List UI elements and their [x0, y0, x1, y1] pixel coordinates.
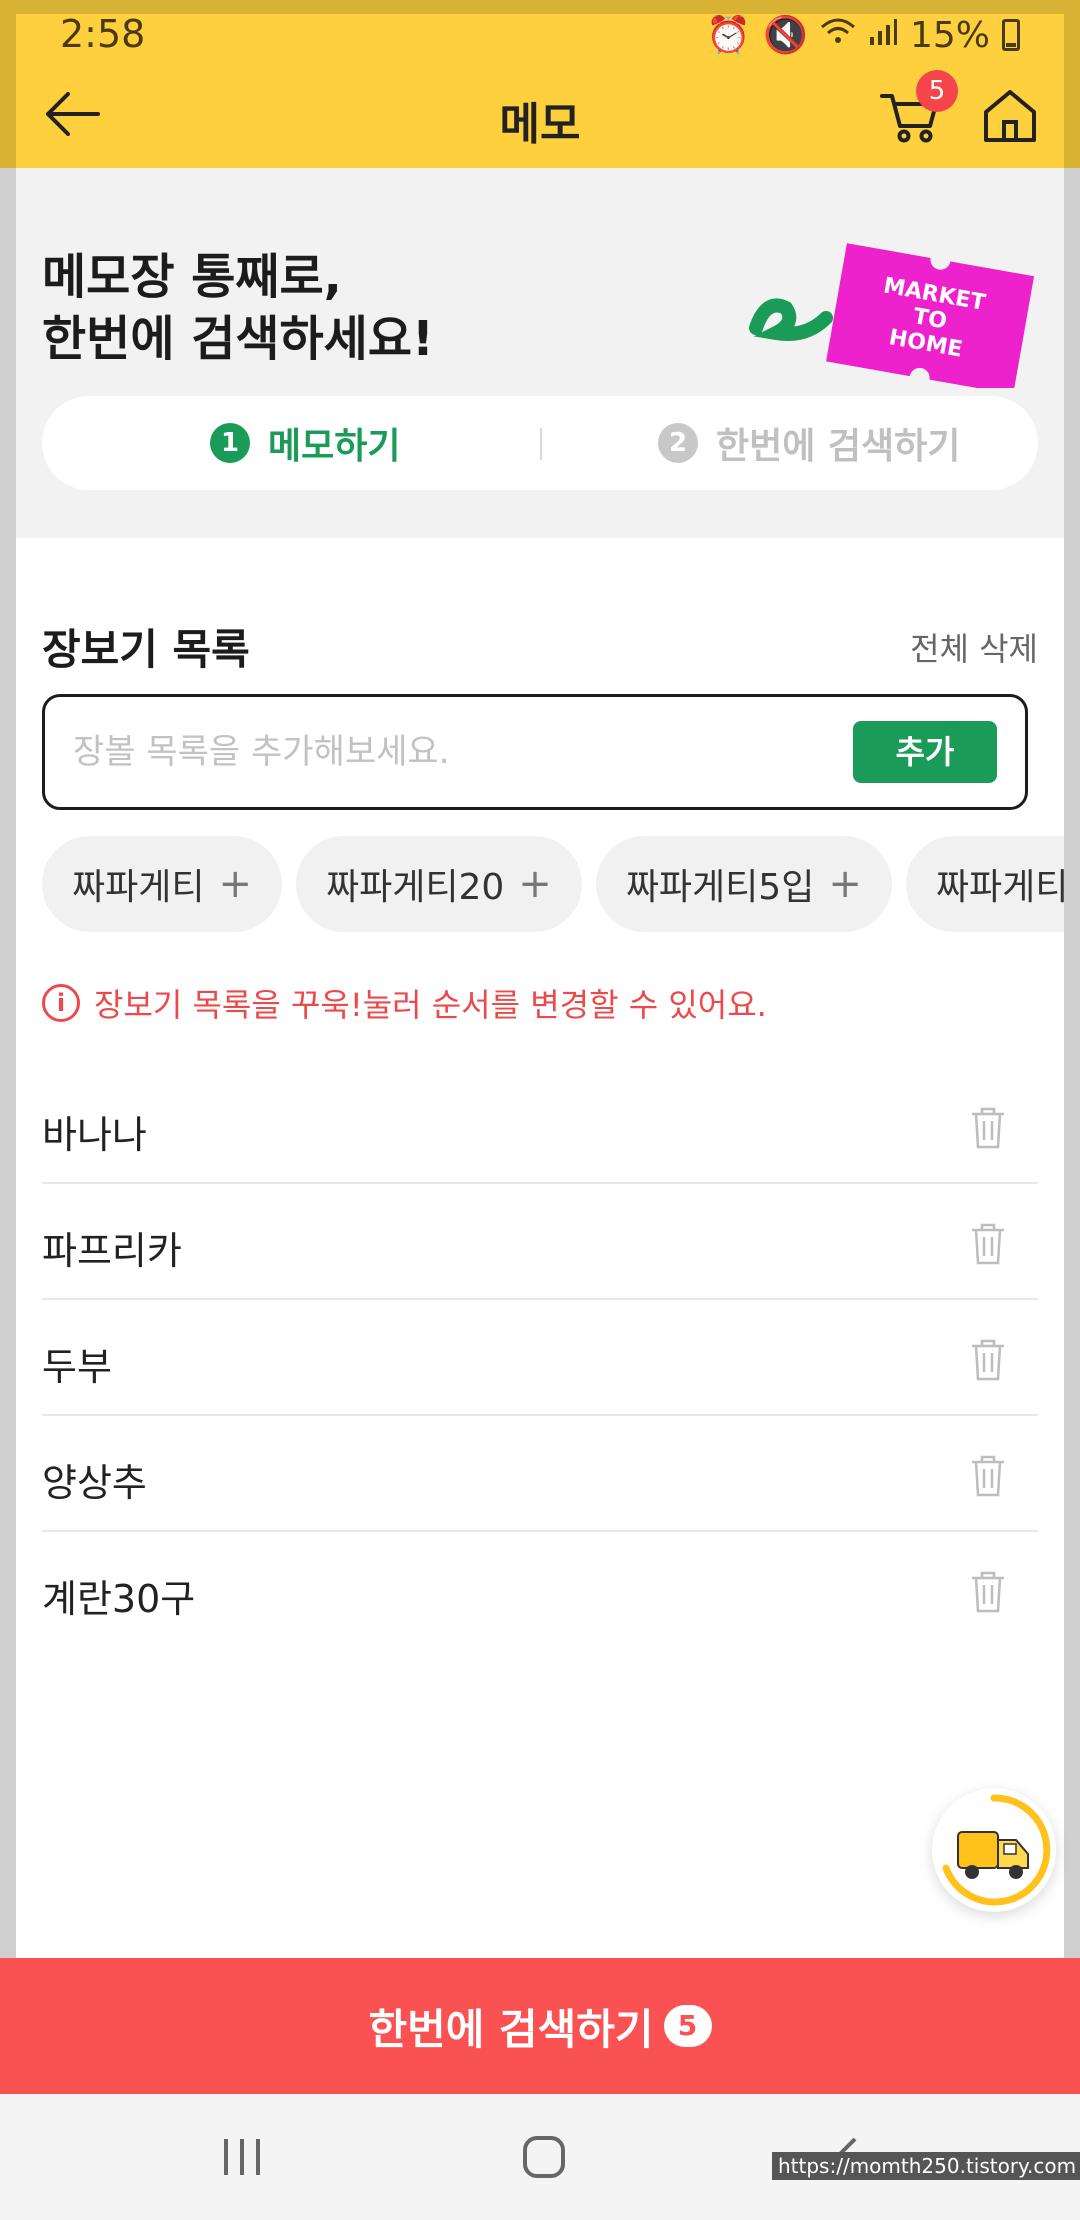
market-to-home-ticket-illustration: MARKET TO HOME	[749, 243, 1035, 388]
trash-icon[interactable]	[968, 1106, 1008, 1150]
status-icons: ⏰ 🔇 15%	[706, 10, 1020, 60]
suggestion-chip[interactable]: 짜파게티5	[905, 836, 1064, 932]
back-button[interactable]	[40, 82, 104, 146]
list-item[interactable]: 바나나	[42, 1068, 1038, 1184]
item-label: 바나나	[42, 1113, 147, 1157]
trash-icon[interactable]	[968, 1338, 1008, 1382]
suggestion-chips: 짜파게티+짜파게티20+짜파게티5입+짜파게티5	[42, 836, 1064, 932]
step-number: 1	[210, 423, 250, 463]
step-indicator: 1 메모하기 2 한번에 검색하기	[42, 396, 1038, 490]
shopping-list: 바나나 파프리카 두부 양상추 계란30구	[42, 1068, 1038, 1648]
status-bar: 2:58 ⏰ 🔇 15%	[0, 10, 1080, 60]
add-item-field: 추가	[42, 694, 1028, 810]
search-all-label: 한번에 검색하기	[368, 2004, 654, 2054]
recent-apps-icon	[224, 2139, 260, 2175]
list-item[interactable]: 계란30구	[42, 1532, 1038, 1648]
mute-icon: 🔇	[763, 15, 808, 56]
main-content: 메모장 통째로, 한번에 검색하세요! MARKET TO HOME 1 메모하…	[16, 168, 1064, 1958]
home-nav-icon	[523, 2136, 565, 2178]
step-memo[interactable]: 1 메모하기	[210, 396, 400, 490]
add-button[interactable]: 추가	[853, 721, 997, 783]
cart-count-badge: 5	[916, 70, 958, 112]
notice-text: 장보기 목록을 꾸욱!눌러 순서를 변경할 수 있어요.	[94, 986, 767, 1024]
reorder-notice: i 장보기 목록을 꾸욱!눌러 순서를 변경할 수 있어요.	[42, 980, 767, 1026]
plus-icon: +	[518, 861, 552, 907]
plus-icon: +	[218, 861, 252, 907]
info-icon: i	[42, 984, 80, 1022]
list-item[interactable]: 양상추	[42, 1416, 1038, 1532]
step-search[interactable]: 2 한번에 검색하기	[658, 396, 960, 490]
top-bar: 2:58 ⏰ 🔇 15% 메모 5	[0, 0, 1080, 168]
delivery-truck-button[interactable]	[932, 1788, 1056, 1912]
home-button[interactable]	[978, 84, 1042, 148]
search-all-button[interactable]: 한번에 검색하기 5	[0, 1958, 1080, 2094]
item-label: 두부	[42, 1345, 112, 1389]
item-label: 계란30구	[42, 1577, 196, 1621]
wifi-icon	[820, 15, 856, 56]
hero-title: 메모장 통째로, 한번에 검색하세요!	[42, 249, 434, 367]
alarm-icon: ⏰	[706, 15, 752, 56]
delete-all-button[interactable]: 전체 삭제	[910, 624, 1038, 670]
item-label: 파프리카	[42, 1229, 182, 1273]
battery-percent: 15%	[909, 14, 990, 56]
step-label: 메모하기	[268, 426, 401, 467]
plus-icon: +	[828, 861, 862, 907]
recent-apps-button[interactable]	[202, 2124, 282, 2190]
trash-icon[interactable]	[968, 1454, 1008, 1498]
signal-icon	[868, 15, 898, 56]
home-nav-button[interactable]	[504, 2124, 584, 2190]
trash-icon[interactable]	[968, 1222, 1008, 1266]
suggestion-chip[interactable]: 짜파게티20 +	[296, 836, 582, 932]
add-item-input[interactable]	[73, 697, 833, 807]
battery-icon	[1002, 19, 1020, 51]
arrow-left-icon	[46, 92, 100, 136]
app-bar: 메모 5	[0, 60, 1080, 168]
search-count-badge: 5	[663, 2005, 712, 2047]
step-label: 한번에 검색하기	[716, 426, 961, 467]
suggestion-chip[interactable]: 짜파게티5입 +	[595, 836, 892, 932]
watermark: https://momth250.tistory.com	[772, 2152, 1080, 2180]
home-icon	[984, 90, 1036, 142]
status-time: 2:58	[60, 12, 146, 56]
trash-icon[interactable]	[968, 1570, 1008, 1614]
list-item[interactable]: 두부	[42, 1300, 1038, 1416]
suggestion-chip[interactable]: 짜파게티 +	[42, 836, 282, 932]
shopping-list-title: 장보기 목록	[42, 625, 250, 674]
item-label: 양상추	[42, 1461, 147, 1505]
step-number: 2	[658, 423, 698, 463]
hero-banner: 메모장 통째로, 한번에 검색하세요! MARKET TO HOME 1 메모하…	[16, 168, 1064, 546]
delivery-truck-icon	[942, 1794, 1051, 1906]
list-item[interactable]: 파프리카	[42, 1184, 1038, 1300]
